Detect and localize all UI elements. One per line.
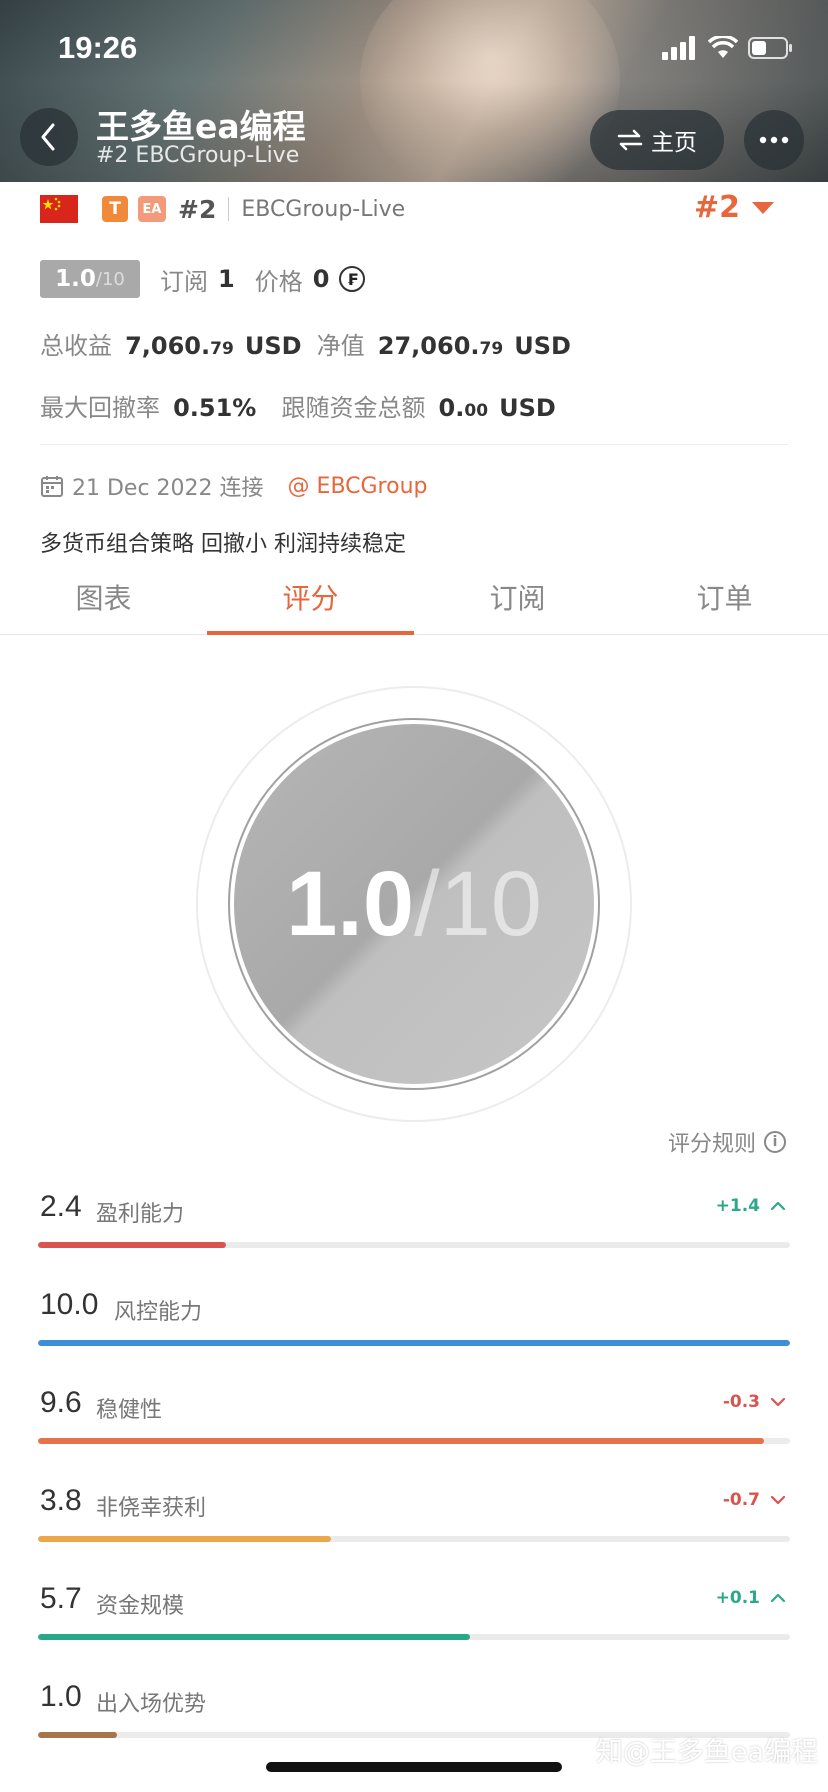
rank-label: #2 — [178, 194, 217, 224]
score-badge: 1.0/10 — [40, 260, 140, 298]
home-button-label: 主页 — [651, 130, 697, 156]
metric-label: 稳健性 — [96, 1398, 163, 1423]
chevron-up-icon — [770, 1201, 786, 1211]
metric-label: 盈利能力 — [96, 1202, 185, 1227]
drawdown-value: 0.51% — [173, 394, 257, 422]
tab-rating[interactable]: 评分 — [207, 560, 414, 635]
rating-rules-label: 评分规则 — [667, 1132, 756, 1157]
page-subtitle: #2 EBCGroup-Live — [96, 143, 300, 168]
info-icon: i — [764, 1131, 786, 1153]
metric-bar-track — [38, 1340, 790, 1346]
rating-rules-link[interactable]: 评分规则 i — [668, 1126, 786, 1158]
profit-currency: USD — [244, 332, 302, 360]
metric-change: -0.3 — [723, 1392, 786, 1412]
profit-row: 总收益 7,060.79 USD 净值 27,060.79 USD — [40, 326, 571, 361]
metric-bar-track — [38, 1536, 790, 1542]
score-row: 1.0/10 订阅 1 价格 0 ₣ — [40, 260, 366, 298]
chevron-left-icon — [41, 123, 55, 151]
strategy-description: 多货币组合策略 回撤小 利润持续稳定 — [40, 532, 406, 557]
metric-change: +0.1 — [716, 1588, 786, 1608]
metric-bar-fill — [38, 1634, 471, 1640]
subscribe-label: 订阅 — [160, 267, 208, 296]
equity-label: 净值 — [316, 332, 365, 360]
metric-change: -0.7 — [723, 1490, 786, 1510]
metric-change: +1.4 — [716, 1196, 786, 1216]
metric-bar-track — [38, 1634, 790, 1640]
type-badge: T — [102, 196, 128, 222]
metric-bar-fill — [38, 1438, 764, 1444]
profit-label: 总收益 — [40, 332, 112, 360]
calendar-icon — [41, 476, 63, 497]
wifi-icon — [708, 36, 738, 58]
ea-badge: EA — [138, 196, 166, 222]
back-button[interactable] — [20, 108, 78, 166]
follow-funds-currency: USD — [499, 394, 556, 422]
follow-funds-label: 跟随资金总额 — [281, 394, 426, 422]
price-label: 价格 — [254, 267, 303, 296]
metric-value: 9.6 — [40, 1386, 82, 1419]
china-flag-icon — [40, 195, 78, 223]
metric-row: 2.4 盈利能力 +1.4 — [38, 1190, 790, 1250]
connect-row: 21 Dec 2022 连接 @ EBCGroup — [40, 470, 428, 502]
connect-date: 21 Dec 2022 连接 — [72, 476, 264, 501]
home-indicator — [266, 1762, 562, 1772]
home-button[interactable]: 主页 — [590, 110, 724, 170]
metric-bar-track — [38, 1242, 790, 1248]
divider — [40, 444, 788, 445]
broker-link[interactable]: @ EBCGroup — [288, 474, 428, 499]
metric-value: 1.0 — [40, 1680, 82, 1713]
metric-bar-fill — [38, 1536, 332, 1542]
more-button[interactable] — [744, 110, 804, 170]
tab-bar: 图表 评分 订阅 订单 — [0, 560, 828, 635]
rank-dropdown[interactable]: #2 — [694, 190, 774, 225]
subscribe-value: 1 — [218, 265, 235, 293]
chevron-down-icon — [770, 1495, 786, 1505]
metric-label: 资金规模 — [96, 1594, 185, 1619]
metric-value: 3.8 — [40, 1484, 82, 1517]
equity-value: 27,060.79 — [377, 332, 504, 360]
metric-row: 3.8 非侥幸获利 -0.7 — [38, 1484, 790, 1544]
watermark: 知@王多鱼ea编程 — [595, 1737, 818, 1768]
price-value: 0 — [312, 265, 330, 293]
profit-value: 7,060.79 — [125, 332, 234, 360]
more-icon — [759, 136, 789, 144]
tab-orders[interactable]: 订单 — [621, 560, 828, 634]
metric-bar-track — [38, 1438, 790, 1444]
status-icons — [662, 34, 794, 62]
caret-down-icon — [752, 201, 774, 214]
metric-bar-fill — [38, 1242, 226, 1248]
battery-icon — [748, 37, 792, 59]
metric-label: 风控能力 — [114, 1300, 203, 1325]
drawdown-label: 最大回撤率 — [40, 394, 160, 422]
follow-funds-value: 0.00 — [438, 394, 489, 422]
metric-value: 2.4 — [40, 1190, 82, 1223]
metric-label: 非侥幸获利 — [96, 1496, 207, 1521]
big-score-max: 10 — [439, 852, 542, 955]
account-meta-row: T EA #2 EBCGroup-Live — [40, 192, 405, 226]
drawdown-row: 最大回撤率 0.51% 跟随资金总额 0.00 USD — [40, 388, 556, 423]
metric-row: 9.6 稳健性 -0.3 — [38, 1386, 790, 1446]
page-title: 王多鱼ea编程 — [96, 107, 306, 146]
coin-icon: ₣ — [339, 266, 366, 292]
signal-icon — [662, 36, 695, 60]
metric-bar-fill — [38, 1340, 790, 1346]
metric-label: 出入场优势 — [96, 1692, 207, 1717]
tab-chart[interactable]: 图表 — [0, 560, 207, 634]
status-time: 19:26 — [58, 30, 138, 65]
chevron-up-icon — [770, 1593, 786, 1603]
server-name: EBCGroup-Live — [241, 196, 406, 222]
metric-row: 10.0 风控能力 — [38, 1288, 790, 1348]
big-score: 1.0/10 — [286, 852, 542, 955]
metric-bar-fill — [38, 1732, 117, 1738]
metric-value: 10.0 — [40, 1288, 99, 1321]
metric-row: 5.7 资金规模 +0.1 — [38, 1582, 790, 1642]
big-score-value: 1.0 — [286, 852, 414, 955]
swap-icon — [617, 129, 643, 151]
metric-value: 5.7 — [40, 1582, 82, 1615]
chevron-down-icon — [770, 1397, 786, 1407]
rank-dropdown-label: #2 — [693, 190, 740, 225]
equity-currency: USD — [514, 332, 571, 360]
tab-subscription[interactable]: 订阅 — [414, 560, 621, 634]
